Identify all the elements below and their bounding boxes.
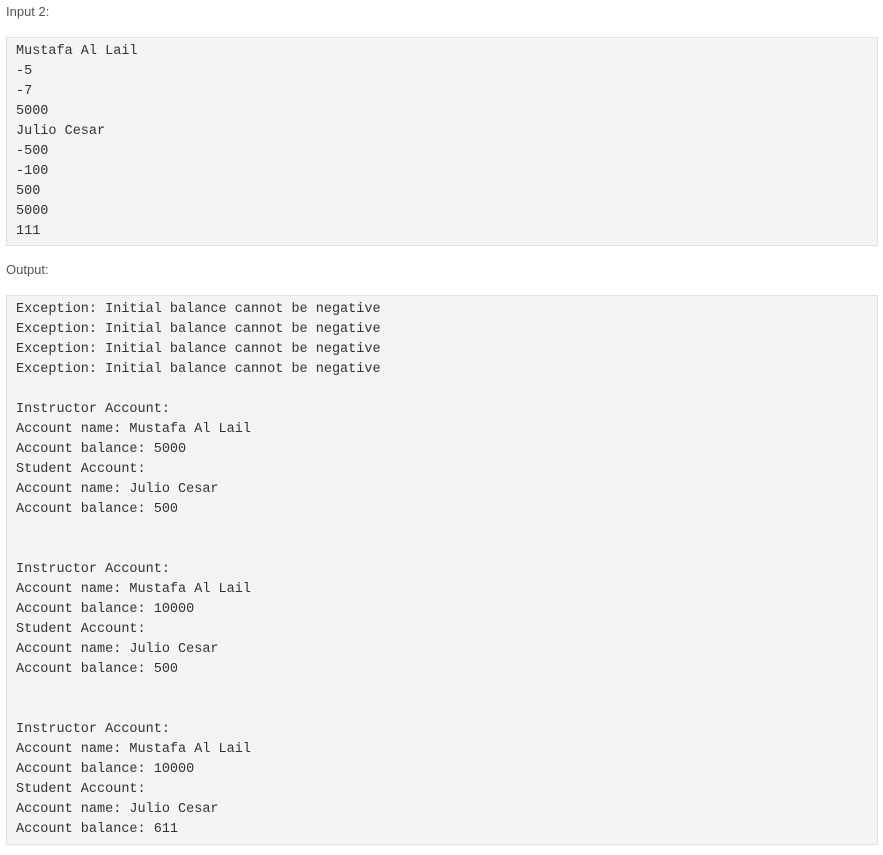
output-line: Account name: Mustafa Al Lail bbox=[16, 582, 251, 597]
input-line: 500 bbox=[16, 184, 41, 199]
output-line: Account name: Mustafa Al Lail bbox=[16, 742, 251, 757]
output-line: Exception: Initial balance cannot be neg… bbox=[16, 302, 381, 317]
input-code-block: Mustafa Al Lail -5 -7 5000 Julio Cesar -500 -1… bbox=[6, 37, 878, 246]
output-line: Account name: Julio Cesar bbox=[16, 802, 219, 817]
output-line: Account balance: 10000 bbox=[16, 762, 195, 777]
input-label: Input 2: bbox=[6, 4, 50, 19]
output-line: Account balance: 500 bbox=[16, 502, 179, 517]
output-label: Output: bbox=[6, 262, 49, 277]
output-line: Exception: Initial balance cannot be neg… bbox=[16, 342, 381, 357]
input-line: 5000 bbox=[16, 204, 49, 219]
output-line: Instructor Account: bbox=[16, 402, 170, 417]
input-line: -100 bbox=[16, 164, 49, 179]
input-line: -7 bbox=[16, 84, 33, 99]
input-line: -5 bbox=[16, 64, 33, 79]
input-line: -500 bbox=[16, 144, 49, 159]
output-line: Account name: Mustafa Al Lail bbox=[16, 422, 251, 437]
output-line: Account balance: 5000 bbox=[16, 442, 187, 457]
output-line: Instructor Account: bbox=[16, 722, 170, 737]
output-line: Exception: Initial balance cannot be neg… bbox=[16, 322, 381, 337]
input-line: Julio Cesar bbox=[16, 124, 106, 139]
output-line: Account name: Julio Cesar bbox=[16, 482, 219, 497]
output-line: Account name: Julio Cesar bbox=[16, 642, 219, 657]
output-line: Account balance: 611 bbox=[16, 822, 179, 837]
output-line: Account balance: 500 bbox=[16, 662, 179, 677]
output-code-block: Exception: Initial balance cannot be neg… bbox=[6, 295, 878, 845]
output-line: Student Account: bbox=[16, 782, 146, 797]
output-line: Exception: Initial balance cannot be neg… bbox=[16, 362, 381, 377]
input-line: 5000 bbox=[16, 104, 49, 119]
output-line: Student Account: bbox=[16, 462, 146, 477]
input-line: Mustafa Al Lail bbox=[16, 44, 138, 59]
output-line: Instructor Account: bbox=[16, 562, 170, 577]
output-line: Student Account: bbox=[16, 622, 146, 637]
output-line: Account balance: 10000 bbox=[16, 602, 195, 617]
input-line: 111 bbox=[16, 224, 41, 239]
